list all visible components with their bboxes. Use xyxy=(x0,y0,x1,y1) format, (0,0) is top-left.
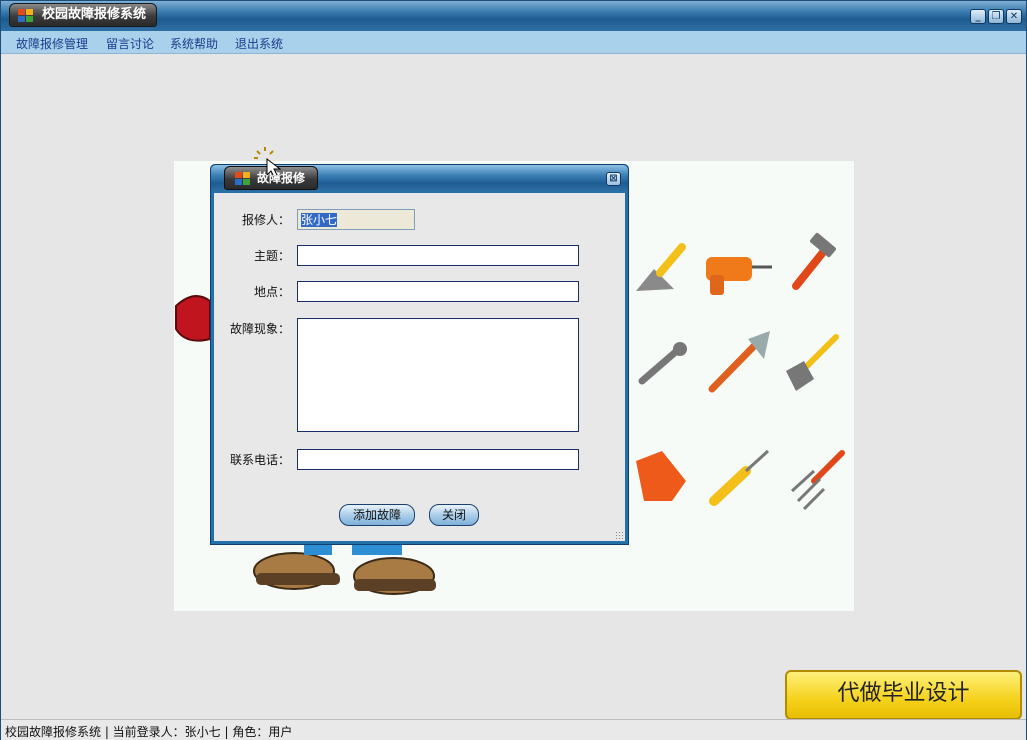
menu-item-exit-system[interactable]: 退出系统 xyxy=(235,35,283,52)
busy-cursor-icon xyxy=(254,147,282,175)
window-title: 校园故障报修系统 xyxy=(42,7,147,22)
title-bar[interactable]: 校园故障报修系统 _ ❐ ✕ xyxy=(1,1,1026,31)
fault-report-dialog: 故障报修 ⊠ 报修人： 张小七 主题： 地点： 故障现象： 联系电话： 添加故障… xyxy=(210,164,629,545)
reporter-value: 张小七 xyxy=(301,213,338,227)
window-title-tab: 校园故障报修系统 xyxy=(9,3,158,27)
window-controls: _ ❐ ✕ xyxy=(970,9,1022,24)
close-button[interactable]: 关闭 xyxy=(429,504,479,526)
symptom-textarea[interactable] xyxy=(297,318,579,432)
symptom-label: 故障现象： xyxy=(229,322,290,336)
status-bar: 校园故障报修系统 | 当前登录人：张小七 | 角色：用户 xyxy=(1,719,1026,740)
minimize-icon[interactable]: _ xyxy=(970,9,986,24)
close-icon[interactable]: ✕ xyxy=(1006,9,1022,24)
menu-bar: 故障报修管理 留言讨论 系统帮助 退出系统 xyxy=(1,31,1026,54)
main-window: 校园故障报修系统 _ ❐ ✕ 故障报修管理 留言讨论 系统帮助 退出系统 故障报… xyxy=(0,0,1027,740)
menu-item-system-help[interactable]: 系统帮助 xyxy=(170,35,218,52)
location-label: 地点： xyxy=(253,285,290,299)
subject-input[interactable] xyxy=(297,245,579,266)
menu-item-fault-management[interactable]: 故障报修管理 xyxy=(16,35,88,52)
reporter-field[interactable]: 张小七 xyxy=(297,209,415,230)
resize-grip[interactable] xyxy=(615,531,623,539)
dialog-body: 报修人： 张小七 主题： 地点： 故障现象： 联系电话： 添加故障 关闭 xyxy=(214,193,625,541)
subject-label: 主题： xyxy=(253,249,290,263)
app-icon xyxy=(18,9,34,22)
ad-banner[interactable]: 代做毕业设计 xyxy=(785,670,1022,720)
dialog-close-icon[interactable]: ⊠ xyxy=(606,172,621,186)
add-fault-button[interactable]: 添加故障 xyxy=(339,504,415,526)
reporter-label: 报修人： xyxy=(241,213,290,227)
location-input[interactable] xyxy=(297,281,579,302)
dialog-app-icon xyxy=(235,172,251,185)
restore-icon[interactable]: ❐ xyxy=(988,9,1004,24)
phone-input[interactable] xyxy=(297,449,579,470)
menu-item-message-discussion[interactable]: 留言讨论 xyxy=(106,35,154,52)
phone-label: 联系电话： xyxy=(229,453,290,467)
status-text: 校园故障报修系统 | 当前登录人：张小七 | 角色：用户 xyxy=(5,725,293,739)
